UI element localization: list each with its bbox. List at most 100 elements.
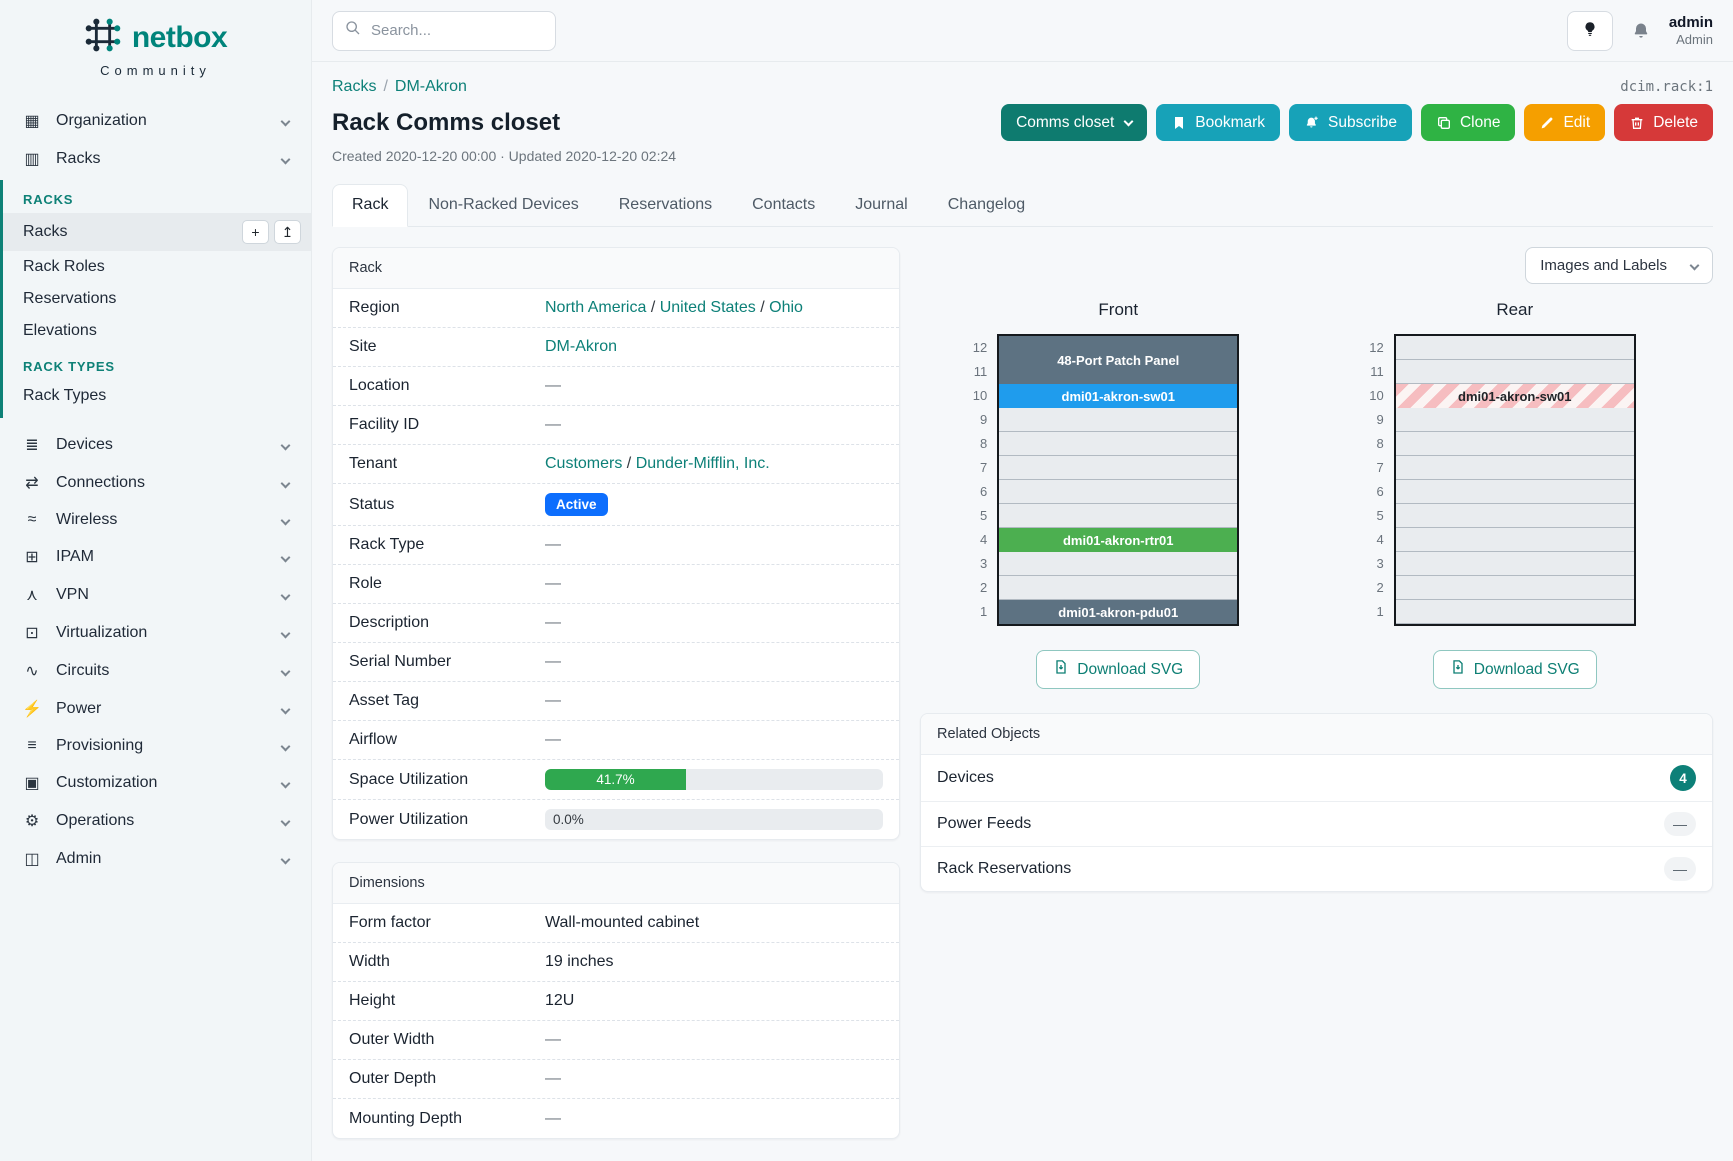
tab-non-racked-devices[interactable]: Non-Racked Devices [408,184,598,226]
button-label: Delete [1653,114,1698,131]
search-input[interactable] [371,22,570,39]
chevron-down-icon [281,440,291,450]
unit-number: 4 [961,528,987,552]
unit-number: 11 [1358,360,1384,384]
tab-journal[interactable]: Journal [835,184,927,226]
rack-panel-header: Rack [333,248,899,289]
site-link[interactable]: DM-Akron [545,338,617,355]
plus-icon[interactable]: + [242,220,269,244]
sidebar-item-rack-types[interactable]: Rack Types [3,380,311,412]
comms-closet-button[interactable]: Comms closet [1001,104,1147,141]
sidebar-item-label: Provisioning [56,737,143,755]
sidebar-item-operations[interactable]: ⚙Operations [0,802,311,840]
sidebar-item-label: VPN [56,586,89,604]
tab-reservations[interactable]: Reservations [599,184,732,226]
sidebar-item-provisioning[interactable]: ≡Provisioning [0,728,311,764]
sidebar-item-power[interactable]: ⚡Power [0,690,311,728]
rack-device-dmi01-akron-pdu01[interactable]: dmi01-akron-pdu01 [999,600,1237,624]
sidebar-item-label: Racks [23,223,67,241]
tab-rack[interactable]: Rack [332,184,408,227]
empty-value: — [545,377,561,394]
user-menu[interactable]: admin Admin [1669,14,1713,48]
sidebar-item-label: IPAM [56,548,94,566]
dimensions-panel-header: Dimensions [333,863,899,904]
upload-icon[interactable]: ↥ [274,220,301,244]
region-link[interactable]: North America [545,299,646,316]
sidebar-item-label: Power [56,700,101,718]
sidebar-item-racks[interactable]: ▥Racks [0,140,311,178]
detail-label: Mounting Depth [349,1110,545,1128]
chevron-down-icon [281,854,291,864]
rack-device-dmi01-akron-rtr01[interactable]: dmi01-akron-rtr01 [999,528,1237,552]
unit-number: 7 [961,456,987,480]
related-row-power-feeds[interactable]: Power Feeds— [921,802,1712,847]
related-row-devices[interactable]: Devices4 [921,755,1712,802]
edit-button[interactable]: Edit [1524,104,1605,141]
detail-value: 19 inches [545,953,883,971]
sidebar-item-circuits[interactable]: ∿Circuits [0,652,311,690]
breadcrumb-link[interactable]: DM-Akron [395,78,467,96]
tenant-link[interactable]: Customers [545,455,622,472]
bookmark-button[interactable]: Bookmark [1156,104,1280,141]
theme-toggle-button[interactable] [1567,11,1613,51]
delete-button[interactable]: Delete [1614,104,1713,141]
brand[interactable]: netbox Community [0,16,311,78]
elevation-display-select[interactable]: Images and Labels [1525,247,1713,284]
brand-name: netbox [132,21,227,55]
chevron-down-icon [281,552,291,562]
rack-slot [999,408,1237,432]
sidebar-item-label: Reservations [23,290,116,308]
sidebar-item-organization[interactable]: ▦Organization [0,102,311,140]
download-svg-button[interactable]: Download SVG [1036,650,1200,689]
sidebar-item-virtualization[interactable]: ⊡Virtualization [0,614,311,652]
chevron-down-icon [281,704,291,714]
sidebar-item-vpn[interactable]: ⋏VPN [0,576,311,614]
empty-badge: — [1664,812,1696,836]
clone-button[interactable]: Clone [1421,104,1516,141]
sidebar-item-actions: +↥ [242,220,301,244]
tenant-link[interactable]: Dunder-Mifflin, Inc. [636,455,770,472]
trash-icon [1629,115,1645,131]
unit-number: 6 [961,480,987,504]
sidebar-section-header: RACKS [3,180,311,213]
unit-number: 3 [961,552,987,576]
unit-numbers: 121110987654321 [1358,336,1384,624]
tab-contacts[interactable]: Contacts [732,184,835,226]
admin-icon: ◫ [22,849,42,869]
rack-device-48-port-patch-panel[interactable]: 48-Port Patch Panel [999,336,1237,384]
detail-value: Customers / Dunder-Mifflin, Inc. [545,455,883,473]
rack-device-dmi01-akron-sw01[interactable]: dmi01-akron-sw01 [999,384,1237,408]
detail-label: Space Utilization [349,771,545,789]
rack-slot [999,504,1237,528]
file-download-icon [1450,659,1466,680]
related-row-rack-reservations[interactable]: Rack Reservations— [921,847,1712,891]
region-link[interactable]: Ohio [769,299,803,316]
notifications-bell-icon[interactable] [1631,21,1651,41]
object-id: dcim.rack:1 [1620,79,1713,95]
download-svg-button[interactable]: Download SVG [1433,650,1597,689]
breadcrumb-link[interactable]: Racks [332,78,376,96]
region-link[interactable]: United States [660,299,756,316]
sidebar: netbox Community ▦Organization▥RacksRACK… [0,0,312,1161]
sidebar-item-wireless[interactable]: ≈Wireless [0,502,311,538]
sidebar-item-customization[interactable]: ▣Customization [0,764,311,802]
rack-device-dmi01-akron-sw01[interactable]: dmi01-akron-sw01 [1396,384,1634,408]
detail-value: — [545,653,883,671]
sidebar-item-connections[interactable]: ⇄Connections [0,464,311,502]
sidebar-item-reservations[interactable]: Reservations [3,283,311,315]
sidebar-item-ipam[interactable]: ⊞IPAM [0,538,311,576]
power-utilization-bar: 0.0% [545,809,883,830]
unit-number: 2 [1358,576,1384,600]
detail-row-width: Width19 inches [333,943,899,982]
detail-value: — [545,1031,883,1049]
tab-changelog[interactable]: Changelog [928,184,1045,226]
sidebar-item-rack-roles[interactable]: Rack Roles [3,251,311,283]
sidebar-item-racks[interactable]: Racks +↥ [3,213,311,251]
button-label: Comms closet [1016,114,1114,131]
sidebar-item-devices[interactable]: ≣Devices [0,426,311,464]
rack-slot [1396,360,1634,384]
subscribe-button[interactable]: Subscribe [1289,104,1412,141]
detail-value: 41.7% [545,769,883,790]
sidebar-item-elevations[interactable]: Elevations [3,315,311,347]
sidebar-item-admin[interactable]: ◫Admin [0,840,311,878]
